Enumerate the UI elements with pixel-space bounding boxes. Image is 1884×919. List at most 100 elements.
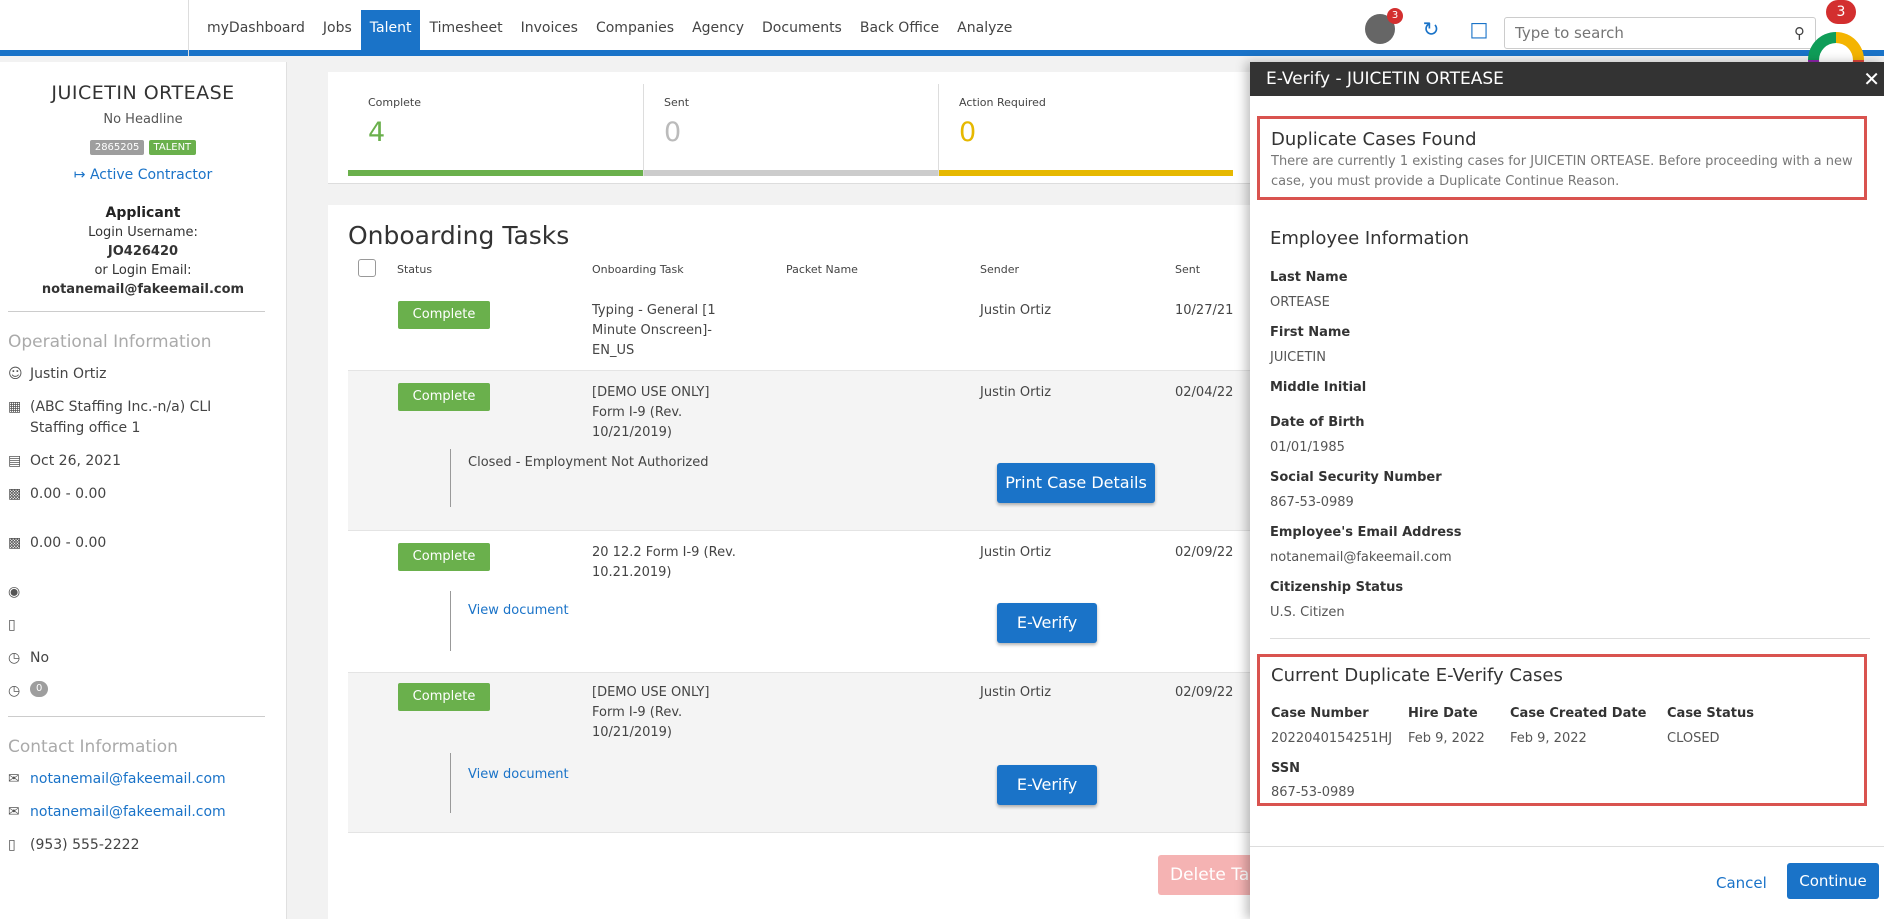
email-row-1: ✉ notanemail@fakeemail.com: [8, 769, 286, 790]
stat-complete[interactable]: Complete 4: [348, 84, 643, 176]
nav-agency[interactable]: Agency: [683, 10, 753, 56]
status-complete-button[interactable]: Complete: [398, 543, 490, 571]
duplicate-text: There are currently 1 existing cases for…: [1271, 154, 1853, 189]
view-document-link[interactable]: View document: [468, 767, 569, 782]
login-email-label: or Login Email:: [94, 263, 192, 278]
panel-footer-divider: [1250, 846, 1884, 847]
col-sent[interactable]: Sent: [1175, 263, 1200, 276]
nav-companies[interactable]: Companies: [587, 10, 683, 56]
book-icon: ▯: [8, 617, 16, 633]
stat-action-required[interactable]: Action Required 0: [938, 84, 1233, 176]
task-sender: Justin Ortiz: [980, 385, 1052, 400]
status-complete-button[interactable]: Complete: [398, 683, 490, 711]
office-name: (ABC Staffing Inc.-n/a) CLI Staffing off…: [30, 399, 212, 436]
availability-row: ◷ No: [8, 648, 286, 669]
status-value: CLOSED: [1667, 731, 1720, 746]
nav-jobs[interactable]: Jobs: [314, 10, 361, 56]
task-sender: Justin Ortiz: [980, 303, 1052, 318]
sub-divider: [450, 449, 451, 507]
case-result-text: Closed - Employment Not Authorized: [468, 455, 709, 470]
stat-sent[interactable]: Sent 0: [643, 84, 938, 176]
availability-value: No: [30, 650, 50, 666]
status-complete-button[interactable]: Complete: [398, 301, 490, 329]
talent-role: Applicant: [105, 205, 181, 221]
pay-range-1: 0.00 - 0.00: [30, 486, 107, 502]
col-sender[interactable]: Sender: [980, 263, 1019, 276]
dob-value: 01/01/1985: [1270, 440, 1345, 455]
sub-divider: [450, 591, 451, 651]
task-name: 20 12.2 Form I-9 (Rev. 10.21.2019): [592, 545, 736, 580]
col-packet[interactable]: Packet Name: [786, 263, 858, 276]
status-header: Case Status: [1667, 706, 1754, 721]
top-navigation: myDashboard Jobs Talent Timesheet Invoic…: [0, 0, 1884, 56]
stats-card: Complete 4 Sent 0 Action Required 0: [328, 72, 1256, 184]
table-row: Complete [DEMO USE ONLY] Form I-9 (Rev. …: [348, 673, 1256, 833]
status-complete-button[interactable]: Complete: [398, 383, 490, 411]
e-verify-button[interactable]: E-Verify: [997, 765, 1097, 805]
nav-divider: [188, 0, 189, 56]
nav-links: myDashboard Jobs Talent Timesheet Invoic…: [198, 10, 1021, 56]
nav-timesheet[interactable]: Timesheet: [420, 10, 511, 56]
search-icon[interactable]: ⚲: [1794, 24, 1805, 42]
office-row: ▦ (ABC Staffing Inc.-n/a) CLI Staffing of…: [8, 397, 286, 439]
cancel-button[interactable]: Cancel: [1716, 874, 1767, 892]
mail-icon: ✉: [8, 771, 20, 787]
e-verify-button[interactable]: E-Verify: [997, 603, 1097, 643]
search-input[interactable]: [1505, 18, 1775, 48]
task-sender: Justin Ortiz: [980, 685, 1052, 700]
count-row: ◷ 0: [8, 681, 286, 702]
email-link-1[interactable]: notanemail@fakeemail.com: [30, 769, 226, 790]
bar-chart-icon[interactable]: □: [1467, 17, 1491, 41]
view-document-link[interactable]: View document: [468, 603, 569, 618]
task-sent-date: 02/09/22: [1175, 545, 1234, 560]
nav-talent[interactable]: Talent: [360, 10, 421, 56]
first-name-label: First Name: [1270, 325, 1351, 340]
calendar-icon: ▤: [8, 453, 22, 469]
sub-divider: [450, 753, 451, 813]
nav-invoices[interactable]: Invoices: [512, 10, 587, 56]
col-status[interactable]: Status: [397, 263, 432, 276]
search-box: ⚲: [1504, 17, 1816, 49]
login-email: notanemail@fakeemail.com: [41, 282, 245, 297]
stat-bar: [348, 170, 643, 176]
middle-initial-label: Middle Initial: [1270, 380, 1367, 395]
talent-id-tag: 2865205: [89, 140, 145, 155]
notification-badge: 3: [1387, 8, 1403, 24]
refresh-icon[interactable]: ↻: [1419, 17, 1443, 41]
user-avatar[interactable]: 3: [1365, 8, 1403, 44]
case-number-value: 2022040154251HJ: [1271, 731, 1393, 746]
talent-type-tag: TALENT: [148, 140, 197, 155]
building-icon: ▦: [8, 399, 22, 415]
case-ssn-value: 867-53-0989: [1271, 785, 1355, 800]
talent-tags: 2865205 TALENT: [0, 139, 286, 155]
task-name: [DEMO USE ONLY] Form I-9 (Rev. 10/21/201…: [592, 685, 710, 740]
cases-title: Current Duplicate E-Verify Cases: [1271, 665, 1563, 686]
task-sender: Justin Ortiz: [980, 545, 1052, 560]
email-value: notanemail@fakeemail.com: [1270, 550, 1452, 565]
nav-back-office[interactable]: Back Office: [851, 10, 948, 56]
phone-number: (953) 555-2222: [30, 837, 140, 853]
created-date-value: Feb 9, 2022: [1510, 731, 1587, 746]
email-link-2[interactable]: notanemail@fakeemail.com: [30, 802, 226, 823]
case-number-header: Case Number: [1271, 706, 1369, 721]
talent-sidebar: JUICETIN ORTEASE No Headline 2865205 TAL…: [0, 62, 287, 919]
duplicate-cases-table: Current Duplicate E-Verify Cases Case Nu…: [1257, 654, 1867, 806]
operational-title: Operational Information: [8, 332, 212, 352]
select-all-checkbox[interactable]: [358, 259, 376, 277]
phone-row: ▯ (953) 555-2222: [8, 835, 286, 856]
nav-documents[interactable]: Documents: [753, 10, 851, 56]
print-case-details-button[interactable]: Print Case Details: [997, 463, 1155, 503]
talent-headline: No Headline: [103, 112, 183, 127]
col-task[interactable]: Onboarding Task: [592, 263, 684, 276]
duplicate-title: Duplicate Cases Found: [1271, 129, 1477, 150]
stat-bar: [939, 170, 1233, 176]
location-row: ◉: [8, 582, 286, 603]
pay-row-1: ▩ 0.00 - 0.00: [8, 484, 286, 505]
task-name: Typing - General [1 Minute Onscreen]- EN…: [592, 303, 716, 358]
nav-analyze[interactable]: Analyze: [948, 10, 1021, 56]
status-link[interactable]: ↦ Active Contractor: [0, 167, 286, 183]
dob-label: Date of Birth: [1270, 415, 1365, 430]
nav-mydashboard[interactable]: myDashboard: [198, 10, 314, 56]
continue-button[interactable]: Continue: [1787, 863, 1879, 899]
close-icon[interactable]: ✕: [1863, 62, 1880, 96]
